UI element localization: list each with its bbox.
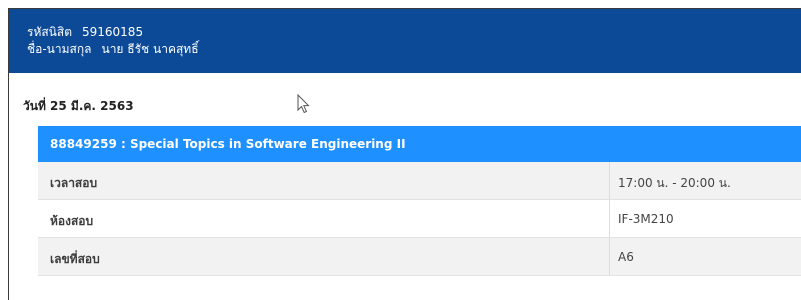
seat-number-value: A6 xyxy=(618,250,634,264)
exam-time-value: 17:00 น. - 20:00 น. xyxy=(618,176,731,190)
exam-time-row: เวลาสอบ 17:00 น. - 20:00 น. xyxy=(38,162,801,200)
column-divider xyxy=(609,162,610,199)
seat-number-label: เลขที่สอบ xyxy=(50,252,100,266)
student-name-row: ชื่อ-นามสกุล นาย ธีรัช นาคสุทธิ์ xyxy=(27,41,801,58)
mouse-pointer-icon xyxy=(297,94,310,114)
exam-date: วันที่ 25 มี.ค. 2563 xyxy=(23,99,134,113)
column-divider xyxy=(609,238,610,275)
student-name-label: ชื่อ-นามสกุล xyxy=(27,42,92,56)
course-title-bar: 88849259 : Special Topics in Software En… xyxy=(38,126,801,162)
exam-room-value: IF-3M210 xyxy=(618,212,674,226)
student-header: รหัสนิสิต 59160185 ชื่อ-นามสกุล นาย ธีรัช … xyxy=(9,9,801,73)
exam-room-label: ห้องสอบ xyxy=(50,214,94,228)
exam-time-label: เวลาสอบ xyxy=(50,176,98,190)
student-id-value: 59160185 xyxy=(82,25,144,39)
course-title: 88849259 : Special Topics in Software En… xyxy=(50,137,406,151)
student-name-value: นาย ธีรัช นาคสุทธิ์ xyxy=(101,42,199,56)
column-divider xyxy=(609,200,610,237)
exam-card: 88849259 : Special Topics in Software En… xyxy=(38,126,801,276)
student-id-label: รหัสนิสิต xyxy=(27,25,72,39)
seat-number-row: เลขที่สอบ A6 xyxy=(38,238,801,276)
student-id-row: รหัสนิสิต 59160185 xyxy=(27,24,801,41)
exam-room-row: ห้องสอบ IF-3M210 xyxy=(38,200,801,238)
exam-info-panel: รหัสนิสิต 59160185 ชื่อ-นามสกุล นาย ธีรัช … xyxy=(8,8,801,300)
